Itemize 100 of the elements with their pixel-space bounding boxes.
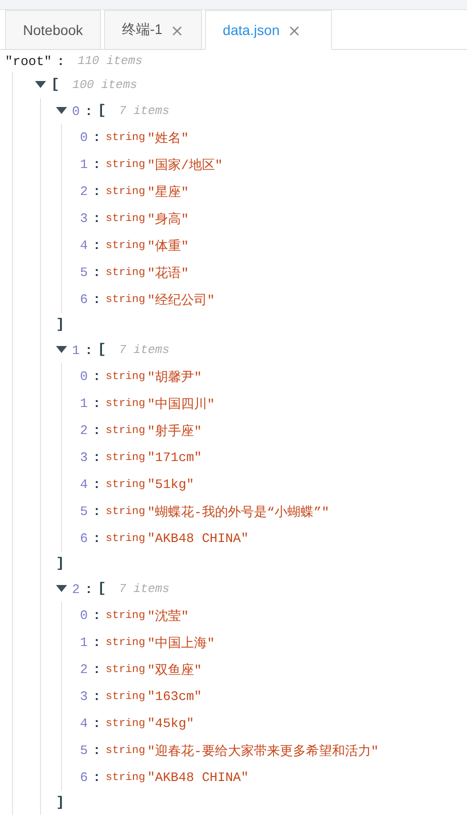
expanded-triangle-icon[interactable] bbox=[35, 81, 46, 89]
key-separator: : bbox=[92, 423, 101, 438]
string-value: "双鱼座" bbox=[147, 662, 202, 678]
tree-key: 0 bbox=[80, 130, 88, 145]
tree-key: 2 bbox=[80, 184, 88, 199]
key-separator: : bbox=[84, 342, 93, 358]
key-separator: : bbox=[92, 369, 101, 384]
key-separator: : bbox=[92, 635, 101, 650]
type-label: string bbox=[106, 398, 146, 410]
key-separator: : bbox=[92, 396, 101, 411]
type-label: string bbox=[106, 186, 146, 198]
string-value: "星座" bbox=[147, 184, 189, 200]
type-label: string bbox=[106, 158, 146, 170]
tree-key: 1 bbox=[80, 396, 88, 411]
close-bracket: ] bbox=[56, 317, 64, 333]
item-count: 7 items bbox=[119, 343, 170, 357]
key-separator: : bbox=[84, 104, 93, 118]
close-icon[interactable]: × bbox=[288, 20, 302, 40]
key-separator: : bbox=[92, 211, 101, 226]
tree-key: 0 bbox=[80, 608, 88, 623]
close-bracket: ] bbox=[56, 556, 64, 572]
editor-tab[interactable]: 终端-1 × bbox=[104, 10, 202, 49]
string-value: "沈莹" bbox=[147, 608, 189, 624]
key-separator: : bbox=[84, 582, 93, 596]
item-count: 7 items bbox=[119, 104, 170, 118]
type-label: string bbox=[106, 212, 146, 224]
tree-key: 2 bbox=[80, 662, 88, 677]
item-count: 100 items bbox=[72, 78, 138, 92]
string-value: "体重" bbox=[147, 238, 189, 254]
key-separator: : bbox=[92, 504, 101, 519]
tree-key: "root" bbox=[5, 54, 52, 68]
tree-key: 4 bbox=[80, 716, 88, 731]
type-label: string bbox=[106, 636, 146, 648]
string-value: "AKB48 CHINA" bbox=[147, 770, 249, 785]
close-bracket: ] bbox=[56, 795, 64, 811]
tree-key: 3 bbox=[80, 689, 88, 704]
string-value: "射手座" bbox=[147, 422, 202, 440]
type-label: string bbox=[106, 532, 146, 544]
type-label: string bbox=[106, 744, 146, 756]
tree-key: 1 bbox=[80, 157, 88, 172]
string-value: "163cm" bbox=[147, 689, 202, 704]
type-label: string bbox=[106, 240, 146, 252]
tree-key: 1 bbox=[72, 342, 80, 358]
key-separator: : bbox=[92, 689, 101, 704]
tree-key: 5 bbox=[80, 265, 88, 280]
expanded-triangle-icon[interactable] bbox=[56, 585, 67, 593]
type-label: string bbox=[106, 132, 146, 144]
string-value: "蝴蝶花-我的外号是“小蝴蝶”" bbox=[147, 504, 330, 520]
tree-key: 2 bbox=[80, 423, 88, 438]
tree-key: 6 bbox=[80, 770, 88, 785]
tree-key: 0 bbox=[72, 104, 80, 118]
tree-key: 0 bbox=[80, 369, 88, 384]
tree-key: 6 bbox=[80, 292, 88, 307]
tree-key: 4 bbox=[80, 477, 88, 492]
key-separator: : bbox=[92, 450, 101, 465]
key-separator: : bbox=[92, 184, 101, 199]
item-count: 110 items bbox=[78, 54, 142, 68]
expanded-triangle-icon[interactable] bbox=[56, 107, 67, 115]
editor-tab[interactable]: data.json × bbox=[204, 10, 332, 50]
close-icon[interactable]: × bbox=[170, 20, 184, 40]
type-label: string bbox=[106, 610, 146, 622]
key-separator: : bbox=[92, 608, 101, 623]
tree-key: 1 bbox=[80, 635, 88, 650]
item-count: 7 items bbox=[119, 582, 170, 596]
open-bracket: [ bbox=[98, 103, 106, 119]
key-separator: : bbox=[92, 477, 101, 492]
tree-key: 5 bbox=[80, 743, 88, 758]
key-separator: : bbox=[92, 292, 101, 307]
type-label: string bbox=[106, 664, 146, 676]
expanded-triangle-icon[interactable] bbox=[56, 346, 67, 354]
type-label: string bbox=[106, 424, 146, 436]
type-label: string bbox=[106, 718, 146, 730]
type-label: string bbox=[106, 690, 146, 702]
key-separator: : bbox=[92, 770, 101, 785]
string-value: "姓名" bbox=[147, 130, 189, 146]
string-value: "迎春花-要给大家带来更多希望和活力" bbox=[147, 742, 379, 760]
type-label: string bbox=[106, 772, 146, 784]
type-label: string bbox=[106, 370, 146, 382]
tree-key: 5 bbox=[80, 504, 88, 519]
key-separator: : bbox=[92, 716, 101, 731]
open-bracket: [ bbox=[98, 342, 106, 358]
tree-key: 3 bbox=[80, 211, 88, 226]
key-separator: : bbox=[92, 157, 101, 172]
tree-key: 6 bbox=[80, 531, 88, 546]
string-value: "胡馨尹" bbox=[147, 368, 202, 386]
string-value: "171cm" bbox=[147, 450, 202, 465]
type-label: string bbox=[106, 452, 146, 464]
type-label: string bbox=[106, 266, 146, 278]
tree-key: 3 bbox=[80, 450, 88, 465]
type-label: string bbox=[106, 294, 146, 306]
string-value: "45kg" bbox=[147, 716, 194, 731]
editor-tab[interactable]: Notebook bbox=[5, 10, 101, 49]
string-value: "身高" bbox=[147, 210, 189, 228]
key-separator: : bbox=[92, 238, 101, 253]
string-value: "花语" bbox=[147, 264, 189, 282]
string-value: "中国四川" bbox=[147, 396, 215, 412]
string-value: "中国上海" bbox=[147, 634, 215, 652]
key-separator: : bbox=[92, 130, 101, 145]
key-separator: : bbox=[92, 743, 101, 758]
key-separator: : bbox=[92, 662, 101, 677]
